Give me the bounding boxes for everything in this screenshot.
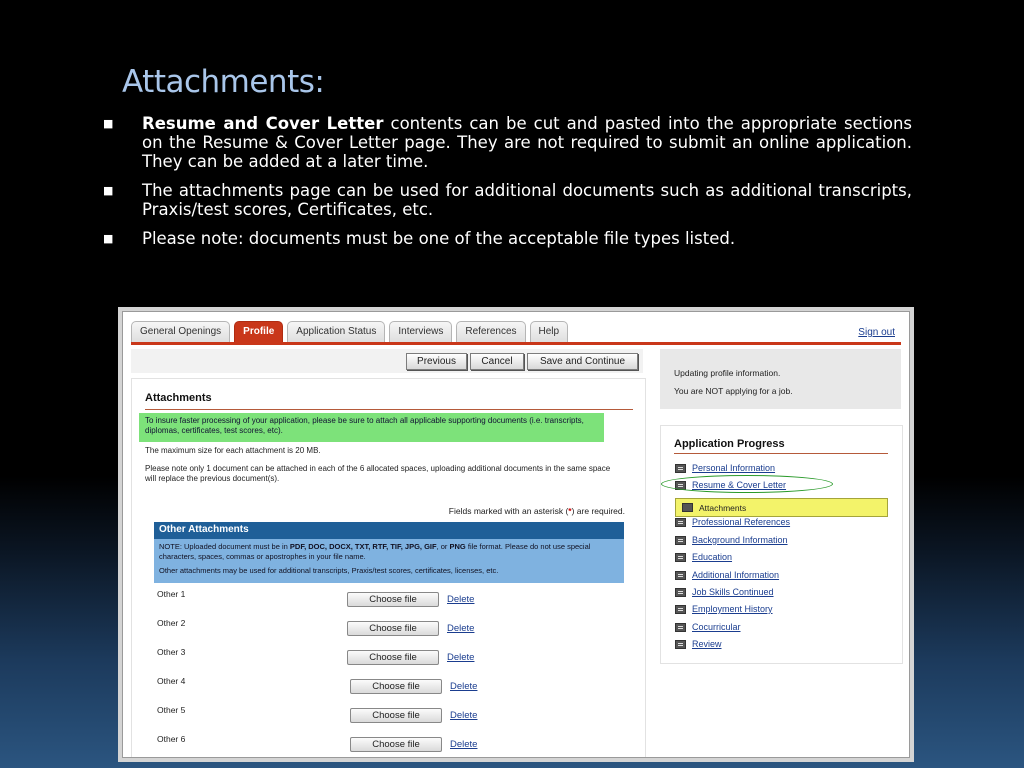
screenshot-frame: General Openings Profile Application Sta… [118, 307, 914, 762]
document-icon [675, 463, 686, 473]
progress-item-job-skills-continued[interactable]: Job Skills Continued [675, 587, 774, 597]
tab-profile[interactable]: Profile [234, 321, 284, 344]
save-and-continue-button[interactable]: Save and Continue [527, 353, 638, 370]
other-attachments-header: Other Attachments [154, 522, 624, 539]
required-fields-note: Fields marked with an asterisk (*) are r… [449, 506, 625, 516]
section-divider [674, 453, 888, 454]
tab-references[interactable]: References [456, 321, 526, 344]
tab-help[interactable]: Help [529, 321, 569, 344]
other-5-choose-file-button[interactable]: Choose file [350, 708, 442, 723]
other-4-choose-file-button[interactable]: Choose file [350, 679, 442, 694]
file-format-note: NOTE: Uploaded document must be in PDF, … [159, 542, 619, 561]
progress-item-cocurricular[interactable]: Cocurricular [675, 622, 741, 632]
note-text: NOTE: Uploaded document must be in [159, 542, 290, 551]
tab-application-status[interactable]: Application Status [287, 321, 386, 344]
progress-item-review[interactable]: Review [675, 639, 722, 649]
other-3-label: Other 3 [157, 647, 186, 657]
other-3-delete-link[interactable]: Delete [447, 652, 474, 663]
supporting-documents-note: To insure faster processing of your appl… [139, 413, 604, 442]
progress-item-personal-information[interactable]: Personal Information [675, 463, 775, 473]
other-1-label: Other 1 [157, 589, 186, 599]
document-icon [675, 639, 686, 649]
progress-link[interactable]: Personal Information [692, 463, 775, 473]
other-2-delete-link[interactable]: Delete [447, 623, 474, 634]
progress-link[interactable]: Cocurricular [692, 622, 741, 632]
other-6-choose-file-button[interactable]: Choose file [350, 737, 442, 752]
progress-link[interactable]: Additional Information [692, 570, 779, 580]
other-6-label: Other 6 [157, 734, 186, 744]
progress-link[interactable]: Education [692, 552, 732, 562]
other-6-delete-link[interactable]: Delete [450, 739, 477, 750]
status-updating-text: Updating profile information. [674, 368, 781, 378]
progress-current-label: Attachments [699, 503, 747, 513]
other-3-choose-file-button[interactable]: Choose file [347, 650, 439, 665]
progress-item-attachments-current[interactable]: Attachments [675, 498, 888, 517]
bullet-item: ■ The attachments page can be used for ad… [100, 181, 912, 219]
progress-link[interactable]: Review [692, 639, 722, 649]
required-suffix: ) are required. [571, 506, 625, 516]
cancel-button[interactable]: Cancel [470, 353, 524, 370]
attachments-title: Attachments [145, 392, 212, 404]
other-2-label: Other 2 [157, 618, 186, 628]
slide-title: Attachments: [122, 64, 325, 100]
tab-interviews[interactable]: Interviews [389, 321, 453, 344]
top-nav-tabs: General Openings Profile Application Sta… [131, 321, 569, 344]
document-icon [675, 587, 686, 597]
square-bullet-icon: ■ [103, 184, 114, 197]
note-text: , or [436, 542, 450, 551]
required-prefix: Fields marked with an asterisk ( [448, 506, 569, 516]
other-attachments-note: NOTE: Uploaded document must be in PDF, … [154, 539, 624, 583]
one-document-note: Please note only 1 document can be attac… [145, 464, 611, 483]
progress-link[interactable]: Background Information [692, 535, 788, 545]
nav-divider [131, 342, 901, 345]
progress-item-additional-information[interactable]: Additional Information [675, 570, 779, 580]
document-icon [682, 503, 693, 512]
progress-item-education[interactable]: Education [675, 552, 732, 562]
section-divider [145, 409, 633, 410]
progress-item-background-information[interactable]: Background Information [675, 535, 788, 545]
square-bullet-icon: ■ [103, 117, 114, 130]
bullet-list: ■ Resume and Cover Letter contents can be… [100, 114, 912, 258]
sign-out-link[interactable]: Sign out [858, 327, 895, 338]
attachments-panel: Attachments To insure faster processing … [131, 378, 646, 757]
document-icon [675, 552, 686, 562]
document-icon [675, 517, 686, 527]
form-toolbar: Previous Cancel Save and Continue [131, 349, 643, 373]
bullet-item: ■ Please note: documents must be one of t… [100, 229, 912, 248]
format-last: PNG [449, 542, 466, 551]
document-icon [675, 604, 686, 614]
other-1-choose-file-button[interactable]: Choose file [347, 592, 439, 607]
max-size-text: The maximum size for each attachment is … [145, 446, 321, 455]
other-4-label: Other 4 [157, 676, 186, 686]
tab-general-openings[interactable]: General Openings [131, 321, 231, 344]
square-bullet-icon: ■ [103, 232, 114, 245]
application-window: General Openings Profile Application Sta… [122, 311, 910, 758]
previous-button[interactable]: Previous [406, 353, 467, 370]
document-icon [675, 535, 686, 545]
progress-link[interactable]: Employment History [692, 604, 773, 614]
other-4-delete-link[interactable]: Delete [450, 681, 477, 692]
document-icon [675, 570, 686, 580]
application-progress-title: Application Progress [674, 438, 785, 450]
application-progress-panel: Application Progress Personal Informatio… [660, 425, 903, 664]
progress-item-professional-references[interactable]: Professional References [675, 517, 790, 527]
document-icon [675, 622, 686, 632]
other-5-label: Other 5 [157, 705, 186, 715]
bullet-text: The attachments page can be used for add… [142, 181, 912, 219]
status-not-applying-text: You are NOT applying for a job. [674, 386, 793, 396]
bullet-item: ■ Resume and Cover Letter contents can be… [100, 114, 912, 171]
status-box: Updating profile information. You are NO… [660, 349, 901, 409]
other-2-choose-file-button[interactable]: Choose file [347, 621, 439, 636]
highlight-circle-annotation [661, 475, 833, 493]
progress-item-employment-history[interactable]: Employment History [675, 604, 773, 614]
other-1-delete-link[interactable]: Delete [447, 594, 474, 605]
progress-link[interactable]: Professional References [692, 517, 790, 527]
other-attachments-usage-note: Other attachments may be used for additi… [159, 566, 499, 575]
other-5-delete-link[interactable]: Delete [450, 710, 477, 721]
bullet-bold-text: Resume and Cover Letter [142, 114, 384, 133]
bullet-text: Please note: documents must be one of th… [142, 229, 736, 248]
format-list: PDF, DOC, DOCX, TXT, RTF, TIF, JPG, GIF [289, 542, 437, 551]
progress-link[interactable]: Job Skills Continued [692, 587, 774, 597]
